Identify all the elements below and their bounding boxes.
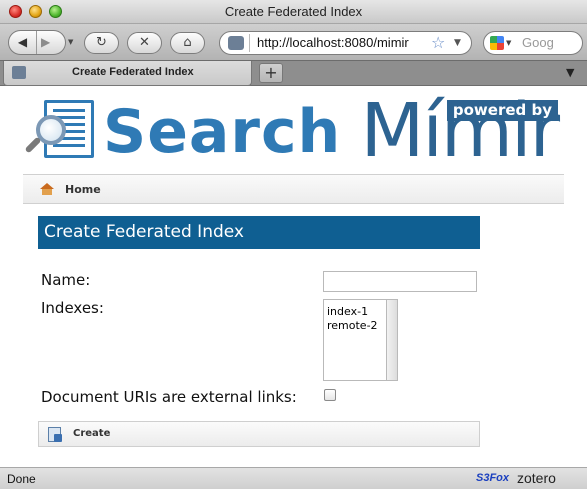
tab-favicon-icon	[12, 66, 26, 79]
tab-list-icon[interactable]: ▼	[566, 66, 574, 79]
stop-button[interactable]: ✕	[127, 32, 162, 54]
zotero-addon[interactable]: zotero	[517, 470, 556, 486]
tab-create-federated-index[interactable]: Create Federated Index	[3, 61, 252, 86]
back-forward-group: ◀ ▶	[8, 30, 66, 55]
browser-toolbar: ◀ ▶ ▼ ↻ ✕ ⌂ http://localhost:8080/mimir …	[0, 24, 587, 60]
stop-icon: ✕	[139, 35, 150, 50]
url-divider	[249, 34, 250, 52]
tab-label: Create Federated Index	[72, 66, 194, 78]
create-button-label: Create	[73, 428, 111, 439]
back-arrow-icon: ◀	[17, 35, 28, 49]
search-placeholder[interactable]: Goog	[522, 35, 554, 50]
forward-button[interactable]: ▶	[41, 31, 50, 54]
history-dropdown-icon[interactable]: ▼	[68, 38, 73, 46]
google-icon[interactable]	[490, 36, 504, 50]
forward-arrow-icon: ▶	[41, 35, 51, 49]
home-icon: ⌂	[183, 35, 192, 50]
indexes-label: Indexes:	[41, 299, 104, 317]
star-icon[interactable]: ☆	[431, 33, 445, 52]
index-option[interactable]: index-1	[327, 305, 368, 318]
create-icon	[48, 427, 62, 442]
home-icon[interactable]	[40, 183, 54, 195]
window-title: Create Federated Index	[224, 4, 363, 19]
search-bar[interactable]: ▼ Goog	[483, 31, 583, 55]
back-button[interactable]: ◀	[9, 31, 37, 54]
external-links-checkbox[interactable]	[324, 389, 336, 401]
external-links-label: Document URIs are external links:	[41, 388, 297, 406]
address-bar[interactable]: http://localhost:8080/mimir ☆ ▼	[219, 31, 472, 55]
name-input[interactable]	[323, 271, 477, 292]
window-titlebar: Create Federated Index	[0, 0, 587, 24]
index-option[interactable]: remote-2	[327, 319, 378, 332]
url-dropdown-icon[interactable]: ▼	[454, 38, 461, 48]
breadcrumb: Home	[23, 174, 564, 204]
powered-by-badge: powered by	[447, 100, 558, 121]
name-label: Name:	[41, 271, 91, 289]
create-button[interactable]: Create	[38, 421, 480, 447]
reload-icon: ↻	[96, 35, 107, 50]
page-title: Create Federated Index	[38, 216, 480, 249]
search-engine-dropdown-icon[interactable]: ▼	[506, 39, 511, 47]
page-content: Search Mímir powered by Home Create Fede…	[0, 87, 587, 467]
home-button[interactable]: ⌂	[170, 32, 205, 54]
new-tab-button[interactable]: +	[259, 63, 283, 83]
magnifier-handle	[24, 136, 42, 154]
indexes-scrollbar[interactable]	[386, 300, 397, 380]
status-text: Done	[7, 472, 36, 486]
indexes-select[interactable]: index-1 remote-2	[323, 299, 398, 381]
search-title: Search	[103, 97, 342, 167]
url-text[interactable]: http://localhost:8080/mimir	[257, 35, 433, 50]
tab-strip: Create Federated Index + ▼	[0, 60, 587, 86]
site-favicon-icon	[228, 36, 244, 50]
status-bar: Done S3Fox zotero	[0, 467, 587, 489]
s3fox-addon[interactable]: S3Fox	[476, 472, 509, 484]
reload-button[interactable]: ↻	[84, 32, 119, 54]
breadcrumb-home-link[interactable]: Home	[65, 183, 101, 196]
